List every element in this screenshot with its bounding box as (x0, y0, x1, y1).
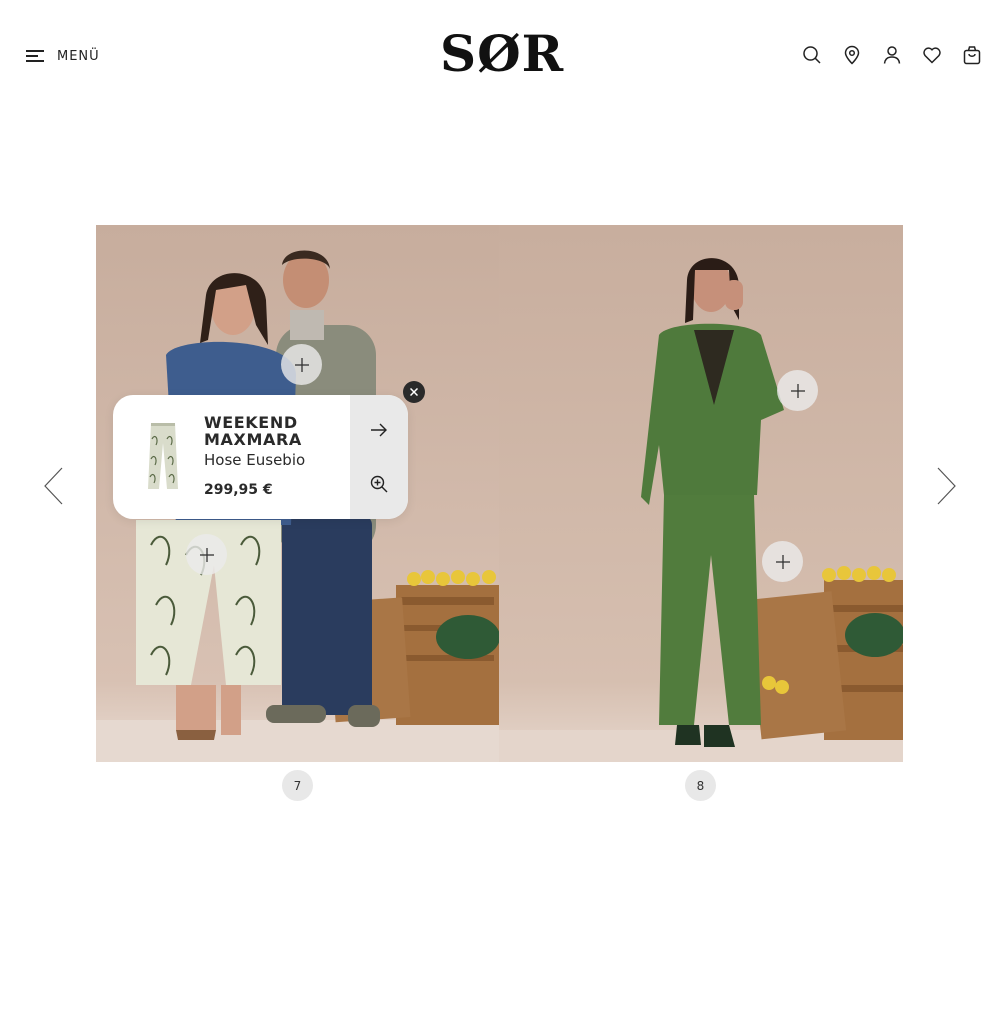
search-icon[interactable] (802, 44, 822, 66)
close-icon (410, 388, 418, 396)
product-brand: WEEKEND MAXMARA (204, 413, 302, 449)
header-icons (802, 44, 982, 66)
go-to-product-button[interactable] (350, 410, 408, 450)
logo[interactable]: SØR (440, 22, 563, 86)
product-hotspot[interactable] (762, 541, 803, 582)
close-popup-button[interactable] (403, 381, 425, 403)
product-name: Hose Eusebio (204, 451, 306, 469)
previous-page-arrow[interactable] (42, 466, 66, 506)
product-popup[interactable]: WEEKEND MAXMARA Hose Eusebio 299,95 € (113, 395, 408, 519)
menu-label: MENÜ (57, 48, 100, 64)
next-page-arrow[interactable] (934, 466, 958, 506)
shopping-bag-icon[interactable] (962, 44, 982, 66)
page-number-right[interactable]: 8 (685, 770, 716, 801)
site-header: MENÜ SØR (0, 0, 1000, 110)
zoom-button[interactable] (350, 464, 408, 504)
product-price: 299,95 € (204, 482, 273, 498)
location-pin-icon[interactable] (842, 44, 862, 66)
page-number-left[interactable]: 7 (282, 770, 313, 801)
product-hotspot[interactable] (186, 534, 227, 575)
heart-icon[interactable] (922, 44, 942, 66)
product-hotspot[interactable] (777, 370, 818, 411)
arrow-right-icon (371, 423, 387, 437)
lookbook-photo-green-suit (499, 225, 903, 762)
hamburger-icon (26, 50, 44, 62)
product-thumbnail[interactable] (137, 419, 189, 495)
menu-button[interactable]: MENÜ (26, 44, 100, 68)
zoom-in-icon (370, 475, 388, 493)
user-icon[interactable] (882, 44, 902, 66)
product-hotspot[interactable] (281, 344, 322, 385)
popup-actions (350, 395, 408, 519)
